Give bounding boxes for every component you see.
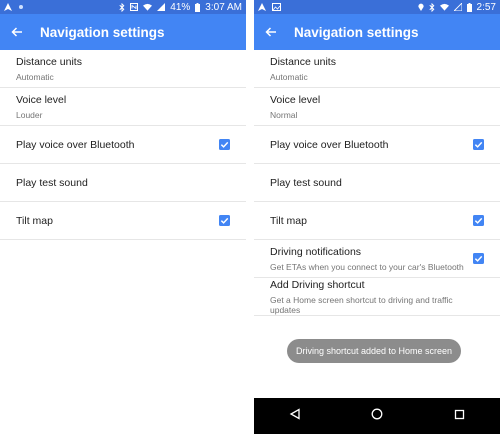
setting-tilt-map[interactable]: Tilt map <box>0 202 246 240</box>
setting-label: Distance units <box>270 55 336 68</box>
setting-label: Distance units <box>16 55 82 68</box>
toast-message: Driving shortcut added to Home screen <box>287 339 461 363</box>
settings-list: Distance units Automatic Voice level Lou… <box>0 50 246 240</box>
setting-label: Voice level <box>16 93 67 106</box>
app-bar: Navigation settings <box>0 14 246 50</box>
nav-recents-button[interactable] <box>454 407 465 425</box>
bluetooth-icon <box>428 2 435 12</box>
status-time: 3:07 AM <box>205 1 242 13</box>
checkmark-icon <box>474 255 483 262</box>
wifi-icon <box>143 3 153 11</box>
checkbox-tilt-map[interactable] <box>473 215 484 226</box>
checkmark-icon <box>474 217 483 224</box>
battery-icon <box>195 2 201 12</box>
signal-icon <box>453 3 462 11</box>
checkmark-icon <box>220 141 229 148</box>
signal-icon <box>157 3 166 11</box>
setting-label: Play voice over Bluetooth <box>16 138 135 151</box>
battery-icon <box>466 2 472 12</box>
back-button[interactable] <box>0 14 34 50</box>
checkbox-driving-notifications[interactable] <box>473 253 484 264</box>
nav-back-button[interactable] <box>289 407 301 425</box>
setting-play-voice-bluetooth[interactable]: Play voice over Bluetooth <box>0 126 246 164</box>
bluetooth-icon <box>119 2 125 12</box>
status-bar: 41% 3:07 AM <box>0 0 246 14</box>
location-icon <box>417 3 424 11</box>
setting-play-test-sound[interactable]: Play test sound <box>254 164 500 202</box>
battery-percent: 41% <box>170 1 191 13</box>
settings-list: Distance units Automatic Voice level Nor… <box>254 50 500 316</box>
checkbox-play-voice-bluetooth[interactable] <box>219 139 230 150</box>
setting-value: Automatic <box>16 71 54 82</box>
setting-label: Play test sound <box>270 176 342 189</box>
phone-left: 41% 3:07 AM Navigation settings Distance… <box>0 0 246 434</box>
setting-label: Add Driving shortcut <box>270 278 365 291</box>
setting-label: Tilt map <box>270 214 307 227</box>
checkmark-icon <box>220 217 229 224</box>
phone-right: 2:57 Navigation settings Distance units … <box>254 0 500 434</box>
setting-voice-level[interactable]: Voice level Louder <box>0 88 246 126</box>
setting-tilt-map[interactable]: Tilt map <box>254 202 500 240</box>
wifi-icon <box>439 3 449 11</box>
nfc-icon <box>130 3 139 11</box>
navigation-arrow-icon <box>4 3 12 11</box>
setting-play-voice-bluetooth[interactable]: Play voice over Bluetooth <box>254 126 500 164</box>
setting-description: Get a Home screen shortcut to driving an… <box>270 294 453 315</box>
status-bar: 2:57 <box>254 0 500 14</box>
setting-distance-units[interactable]: Distance units Automatic <box>254 50 500 88</box>
image-icon <box>272 3 281 11</box>
recents-square-icon <box>454 409 464 420</box>
setting-label: Play test sound <box>16 176 88 189</box>
setting-add-driving-shortcut[interactable]: Add Driving shortcut Get a Home screen s… <box>254 278 500 316</box>
checkbox-play-voice-bluetooth[interactable] <box>473 139 484 150</box>
page-title: Navigation settings <box>294 24 419 40</box>
home-circle-icon <box>372 408 383 420</box>
setting-distance-units[interactable]: Distance units Automatic <box>0 50 246 88</box>
setting-value: Louder <box>16 109 43 120</box>
setting-driving-notifications[interactable]: Driving notifications Get ETAs when you … <box>254 240 500 278</box>
setting-value: Automatic <box>270 71 308 82</box>
back-arrow-icon <box>265 27 276 37</box>
page-title: Navigation settings <box>40 24 165 40</box>
back-button[interactable] <box>254 14 288 50</box>
setting-description: Get ETAs when you connect to your car's … <box>270 261 464 272</box>
system-nav-bar <box>254 398 500 434</box>
back-triangle-icon <box>289 408 300 420</box>
setting-label: Play voice over Bluetooth <box>270 138 389 151</box>
setting-value: Normal <box>270 109 298 120</box>
status-time: 2:57 <box>476 1 496 13</box>
setting-play-test-sound[interactable]: Play test sound <box>0 164 246 202</box>
screen-divider <box>246 0 254 434</box>
checkmark-icon <box>474 141 483 148</box>
setting-voice-level[interactable]: Voice level Normal <box>254 88 500 126</box>
checkbox-tilt-map[interactable] <box>219 215 230 226</box>
setting-label: Driving notifications <box>270 245 362 258</box>
setting-label: Voice level <box>270 93 321 106</box>
back-arrow-icon <box>11 27 22 37</box>
navigation-arrow-icon <box>258 3 266 11</box>
app-bar: Navigation settings <box>254 14 500 50</box>
notification-dot-icon <box>18 4 24 10</box>
setting-label: Tilt map <box>16 214 53 227</box>
nav-home-button[interactable] <box>371 407 383 425</box>
